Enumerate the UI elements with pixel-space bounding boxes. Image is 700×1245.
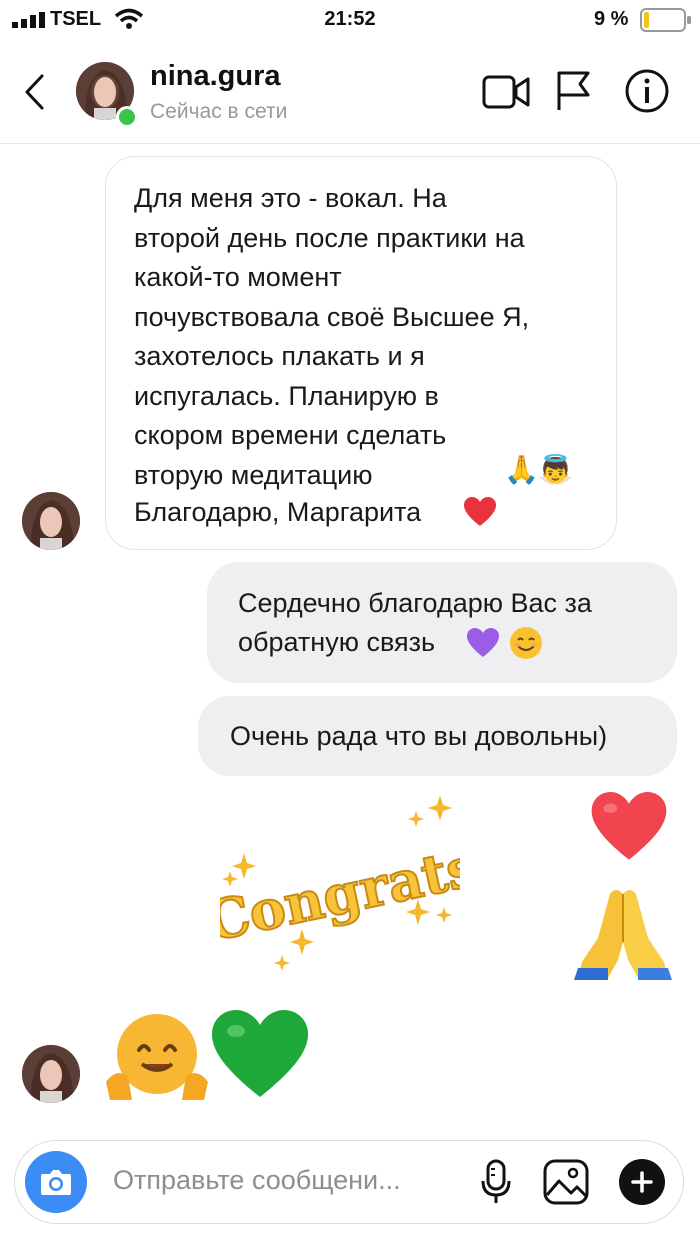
- camera-button[interactable]: [25, 1151, 87, 1213]
- back-icon[interactable]: [22, 72, 46, 112]
- message-text: Для меня это - вокал. На второй день пос…: [134, 183, 530, 490]
- plus-button[interactable]: [619, 1159, 665, 1205]
- message-bubble-outgoing[interactable]: Очень рада что вы довольны): [198, 696, 677, 776]
- gallery-icon[interactable]: [543, 1159, 589, 1205]
- praying-hands-emoji-large[interactable]: [574, 882, 672, 982]
- microphone-icon[interactable]: [481, 1159, 511, 1205]
- username[interactable]: nina.gura: [150, 60, 281, 93]
- message-composer: Отправьте сообщени...: [14, 1140, 684, 1224]
- message-text: обратную связь: [238, 627, 436, 657]
- hugging-face-emoji[interactable]: [106, 1010, 208, 1102]
- message-text: Очень рада что вы довольны): [230, 721, 608, 751]
- smiling-face-emoji: [510, 627, 542, 659]
- flag-icon[interactable]: [556, 70, 592, 112]
- angel-emoji: 👼: [538, 453, 573, 486]
- header-divider: [0, 143, 700, 144]
- sender-avatar[interactable]: [22, 1045, 80, 1103]
- congrats-sticker[interactable]: Congrats: [200, 795, 484, 975]
- battery-percent: 9 %: [594, 8, 629, 30]
- pray-emoji: 🙏: [504, 453, 539, 486]
- status-bar: TSEL 21:52 9 %: [0, 0, 700, 40]
- online-indicator: [116, 106, 138, 128]
- video-call-icon[interactable]: [482, 74, 530, 110]
- message-input[interactable]: Отправьте сообщени...: [113, 1165, 401, 1196]
- camera-icon: [41, 1170, 71, 1195]
- presence-status: Сейчас в сети: [150, 100, 288, 123]
- chat-header: nina.gura Сейчас в сети: [0, 44, 700, 144]
- message-bubble-incoming[interactable]: Для меня это - вокал. На второй день пос…: [105, 156, 617, 550]
- message-text: Сердечно благодарю Вас за: [238, 588, 592, 618]
- info-icon[interactable]: [624, 68, 670, 114]
- sender-avatar[interactable]: [22, 492, 80, 550]
- message-text-end: Благодарю, Маргарита: [134, 497, 422, 527]
- red-heart-emoji-large[interactable]: [590, 792, 668, 862]
- message-bubble-outgoing[interactable]: Сердечно благодарю Вас за обратную связь: [207, 562, 677, 683]
- battery-icon: [640, 8, 691, 32]
- red-heart-emoji: [464, 497, 496, 526]
- plus-icon: [631, 1171, 653, 1193]
- purple-heart-emoji: [467, 628, 499, 657]
- green-heart-emoji[interactable]: [212, 1010, 308, 1100]
- sticker-text: Congrats: [220, 834, 460, 954]
